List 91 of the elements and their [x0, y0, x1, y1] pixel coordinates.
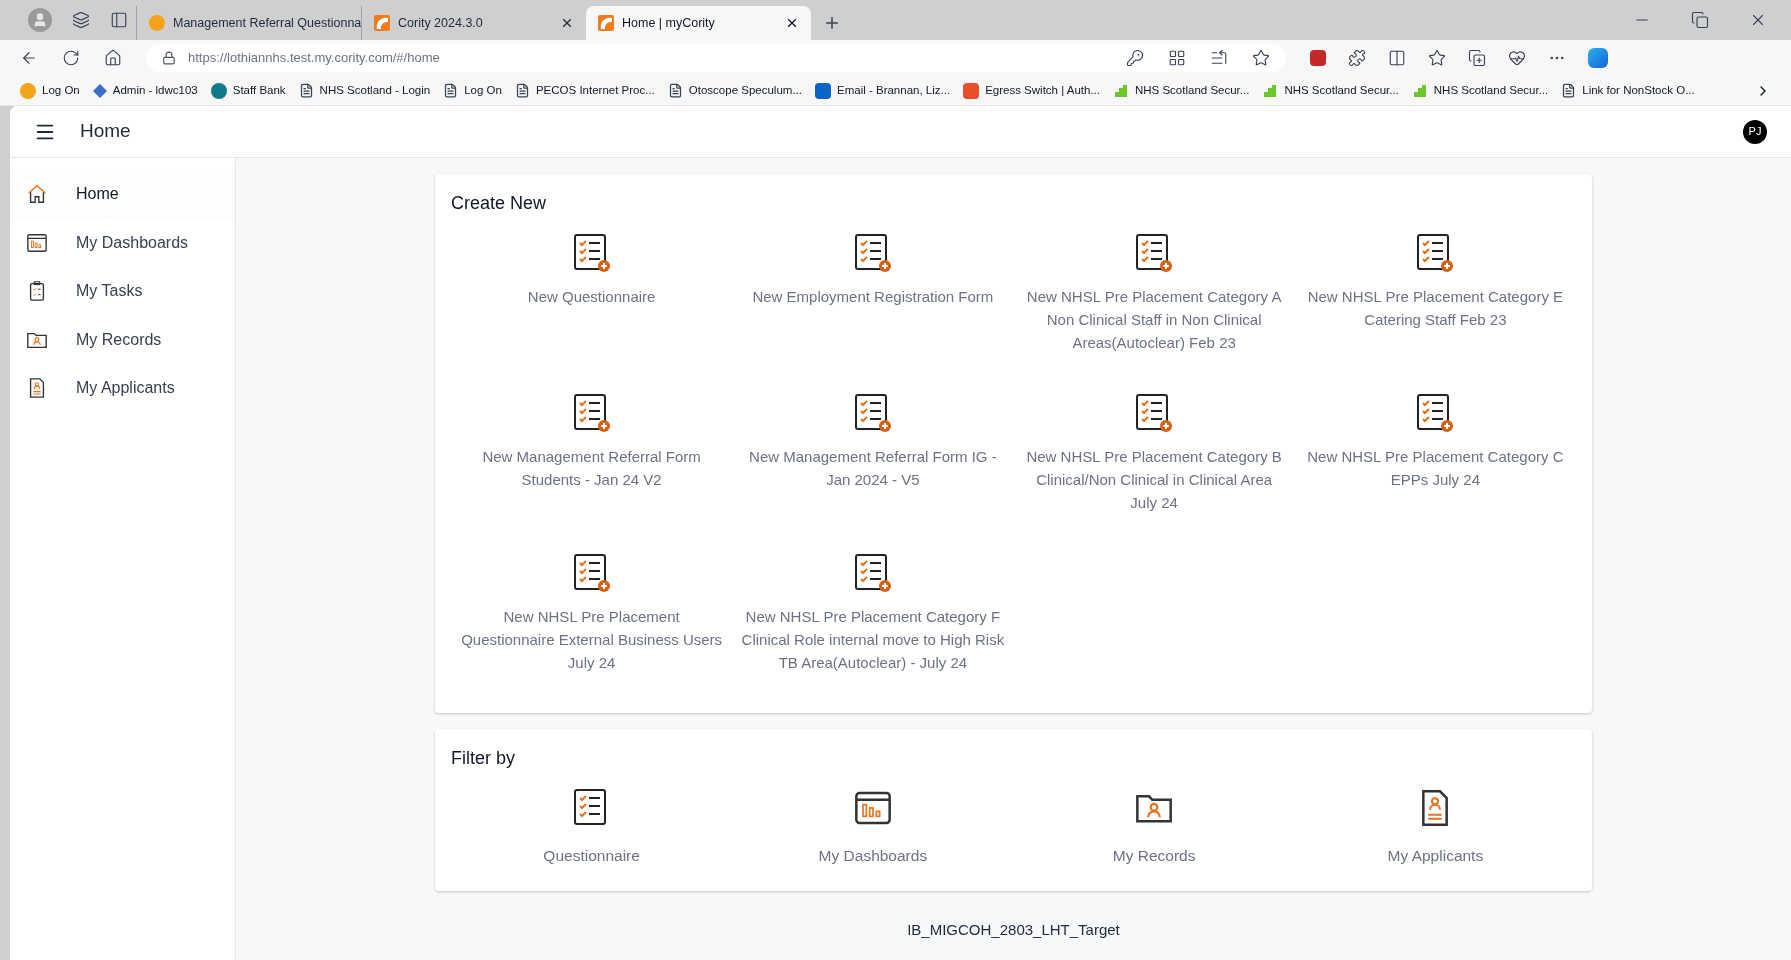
create-form-tile[interactable]: New NHSL Pre Placement Category A Non Clinical Staff in Non Clinical Areas(Autoclear) Feb 23: [1013, 233, 1295, 377]
home-icon: [26, 183, 48, 206]
copilot-icon[interactable]: [1588, 48, 1608, 68]
tab-title: Management Referral Questionna: [173, 14, 362, 32]
checklist-add-icon: [571, 393, 612, 433]
puzzle-icon[interactable]: [1348, 49, 1366, 67]
tab-title: Home | myCority: [622, 14, 716, 32]
create-form-tile[interactable]: New Management Referral Form Students - Jan 24 V2: [451, 393, 733, 537]
egress-logo-icon: [963, 82, 980, 99]
extension-icon[interactable]: [1310, 50, 1326, 66]
key-icon[interactable]: [1126, 49, 1144, 67]
checklist-add-icon: [1134, 393, 1175, 433]
sidebar-item[interactable]: My Dashboards: [10, 218, 235, 267]
bookmark[interactable]: NHS Scotland - Login: [298, 81, 431, 100]
create-form-tile[interactable]: New NHSL Pre Placement Category C EPPs July 24: [1294, 393, 1576, 537]
bookmark[interactable]: Staff Bank: [210, 81, 286, 100]
page-icon: [443, 83, 459, 98]
sidebar-item[interactable]: My Applicants: [10, 364, 235, 413]
filter-tile[interactable]: My Records: [1013, 788, 1295, 868]
filter-tile[interactable]: My Dashboards: [732, 788, 1014, 868]
environment-label: IB_MIGCOH_2803_LHT_Target: [907, 920, 1120, 941]
arc-logo-icon: [374, 15, 390, 31]
bookmark[interactable]: Log On: [443, 81, 502, 100]
health-icon[interactable]: [1508, 49, 1526, 67]
lock-icon: [162, 51, 176, 65]
workspaces-icon[interactable]: [72, 11, 90, 29]
bookmark[interactable]: Email - Brannan, Liz...: [815, 81, 951, 100]
steps-logo-icon: [1112, 82, 1129, 99]
split-screen-icon[interactable]: [1388, 49, 1406, 67]
user-avatar[interactable]: PJ: [1743, 119, 1767, 144]
checklist-add-icon: [852, 393, 893, 433]
page-icon: [667, 83, 683, 98]
filter-tile[interactable]: My Applicants: [1294, 788, 1576, 868]
bookmark[interactable]: Log On: [20, 81, 80, 100]
page-icon: [298, 83, 314, 98]
page-icon: [1561, 83, 1577, 98]
circle-logo-icon: [149, 15, 165, 31]
sidebar-icon[interactable]: [110, 11, 128, 29]
create-form-tile[interactable]: New Employment Registration Form: [732, 233, 1014, 377]
tab-title: Cority 2024.3.0: [398, 14, 484, 32]
read-aloud-icon[interactable]: [1210, 49, 1228, 67]
apps-icon[interactable]: [1168, 49, 1186, 67]
mail-app-icon: [815, 82, 831, 99]
restore-icon[interactable]: [1691, 11, 1709, 29]
bookmark[interactable]: Admin - ldwc103: [92, 81, 198, 100]
section-title: Create New: [451, 192, 548, 215]
new-tab-icon[interactable]: [823, 14, 841, 32]
close-icon[interactable]: [560, 16, 574, 30]
address-bar[interactable]: https://lothiannhs.test.my.cority.com/#/home: [146, 44, 1286, 72]
sidebar-item[interactable]: My Tasks: [10, 267, 235, 316]
favorites-icon[interactable]: [1428, 49, 1446, 67]
bookmark[interactable]: Egress Switch | Auth...: [963, 81, 1100, 100]
close-icon[interactable]: [785, 16, 799, 30]
create-form-tile[interactable]: New Management Referral Form IG - Jan 2024 - V5: [732, 393, 1014, 537]
sidebar-item[interactable]: My Records: [10, 315, 235, 364]
bookmark[interactable]: NHS Scotland Secur...: [1112, 81, 1250, 100]
steps-logo-icon: [1411, 82, 1428, 99]
checklist-add-icon: [1415, 233, 1456, 273]
bookmark[interactable]: NHS Scotland Secur...: [1262, 81, 1399, 100]
circle-logo-icon: [20, 82, 36, 99]
browser-tab[interactable]: Home | myCority: [586, 6, 811, 40]
checklist-add-icon: [1134, 233, 1175, 273]
collections-icon[interactable]: [1468, 49, 1486, 67]
section-title: Filter by: [451, 747, 516, 770]
create-form-tile[interactable]: New Questionnaire: [451, 233, 733, 377]
diamond-icon: [92, 83, 107, 98]
home-icon[interactable]: [104, 49, 122, 67]
steps-logo-icon: [1262, 82, 1279, 99]
bookmark[interactable]: NHS Scotland Secur...: [1411, 81, 1549, 100]
filter-tile[interactable]: Questionnaire: [451, 788, 733, 868]
checklist-add-icon: [571, 553, 612, 593]
page-title: Home: [80, 119, 132, 144]
sharepoint-icon: [210, 82, 227, 99]
url-text: https://lothiannhs.test.my.cority.com/#/home: [188, 49, 441, 68]
dashboard-icon: [26, 231, 48, 254]
checklist-add-icon: [852, 233, 893, 273]
bookmark[interactable]: PECOS Internet Proc...: [514, 81, 655, 100]
back-icon[interactable]: [20, 49, 38, 67]
create-form-tile[interactable]: New NHSL Pre Placement Category E Catering Staff Feb 23: [1294, 233, 1576, 377]
arc-logo-icon: [598, 15, 614, 31]
page-icon: [514, 83, 530, 98]
checklist-add-icon: [571, 233, 612, 273]
star-icon[interactable]: [1252, 49, 1270, 67]
create-form-tile[interactable]: New NHSL Pre Placement Category B Clinical/Non Clinical in Clinical Area July 24: [1013, 393, 1295, 537]
create-form-tile[interactable]: New NHSL Pre Placement Category F Clinical Role internal move to High Risk TB Area(Autoclear) - July 24: [732, 553, 1014, 697]
checklist-add-icon: [852, 553, 893, 593]
checklist-add-icon: [1415, 393, 1456, 433]
bookmark[interactable]: Link for NonStock O...: [1561, 81, 1695, 100]
bookmark[interactable]: Otoscope Speculum...: [667, 81, 802, 100]
reload-icon[interactable]: [62, 49, 80, 67]
create-form-tile[interactable]: New NHSL Pre Placement Questionnaire External Business Users July 24: [451, 553, 733, 697]
